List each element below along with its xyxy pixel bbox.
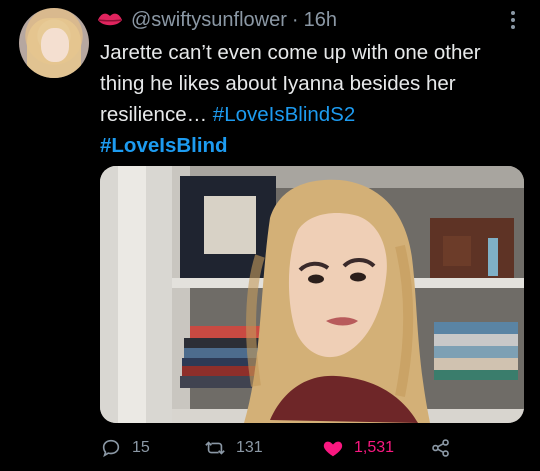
hashtag-loveisblind[interactable]: #LoveIsBlind xyxy=(100,134,228,157)
tweet-header: @swiftysunflower · 16h xyxy=(97,8,337,32)
retweet-icon xyxy=(205,441,225,455)
hashtag-lovisblinds2[interactable]: #LoveIsBlindS2 xyxy=(213,103,355,126)
like-icon xyxy=(323,441,343,457)
lips-icon xyxy=(98,13,122,26)
share-button[interactable] xyxy=(430,437,462,459)
reply-button[interactable]: 15 xyxy=(100,437,150,459)
reply-count: 15 xyxy=(132,439,150,456)
timestamp[interactable]: 16h xyxy=(304,9,337,32)
tweet-text: Jarette can’t even come up with one othe… xyxy=(100,37,530,161)
reply-icon xyxy=(102,439,120,458)
share-icon xyxy=(432,439,449,457)
like-count: 1,531 xyxy=(354,439,395,456)
retweet-count: 131 xyxy=(236,439,263,456)
tweet-actions: 15 131 1,531 xyxy=(100,437,530,463)
avatar[interactable] xyxy=(19,8,89,78)
avatar-face xyxy=(41,28,69,62)
user-handle[interactable]: @swiftysunflower xyxy=(131,9,287,32)
like-button[interactable]: 1,531 xyxy=(322,437,394,459)
separator: · xyxy=(291,8,299,31)
more-icon[interactable] xyxy=(508,9,518,31)
tweet-media[interactable] xyxy=(100,166,524,423)
media-image xyxy=(100,166,524,423)
retweet-button[interactable]: 131 xyxy=(204,437,263,459)
